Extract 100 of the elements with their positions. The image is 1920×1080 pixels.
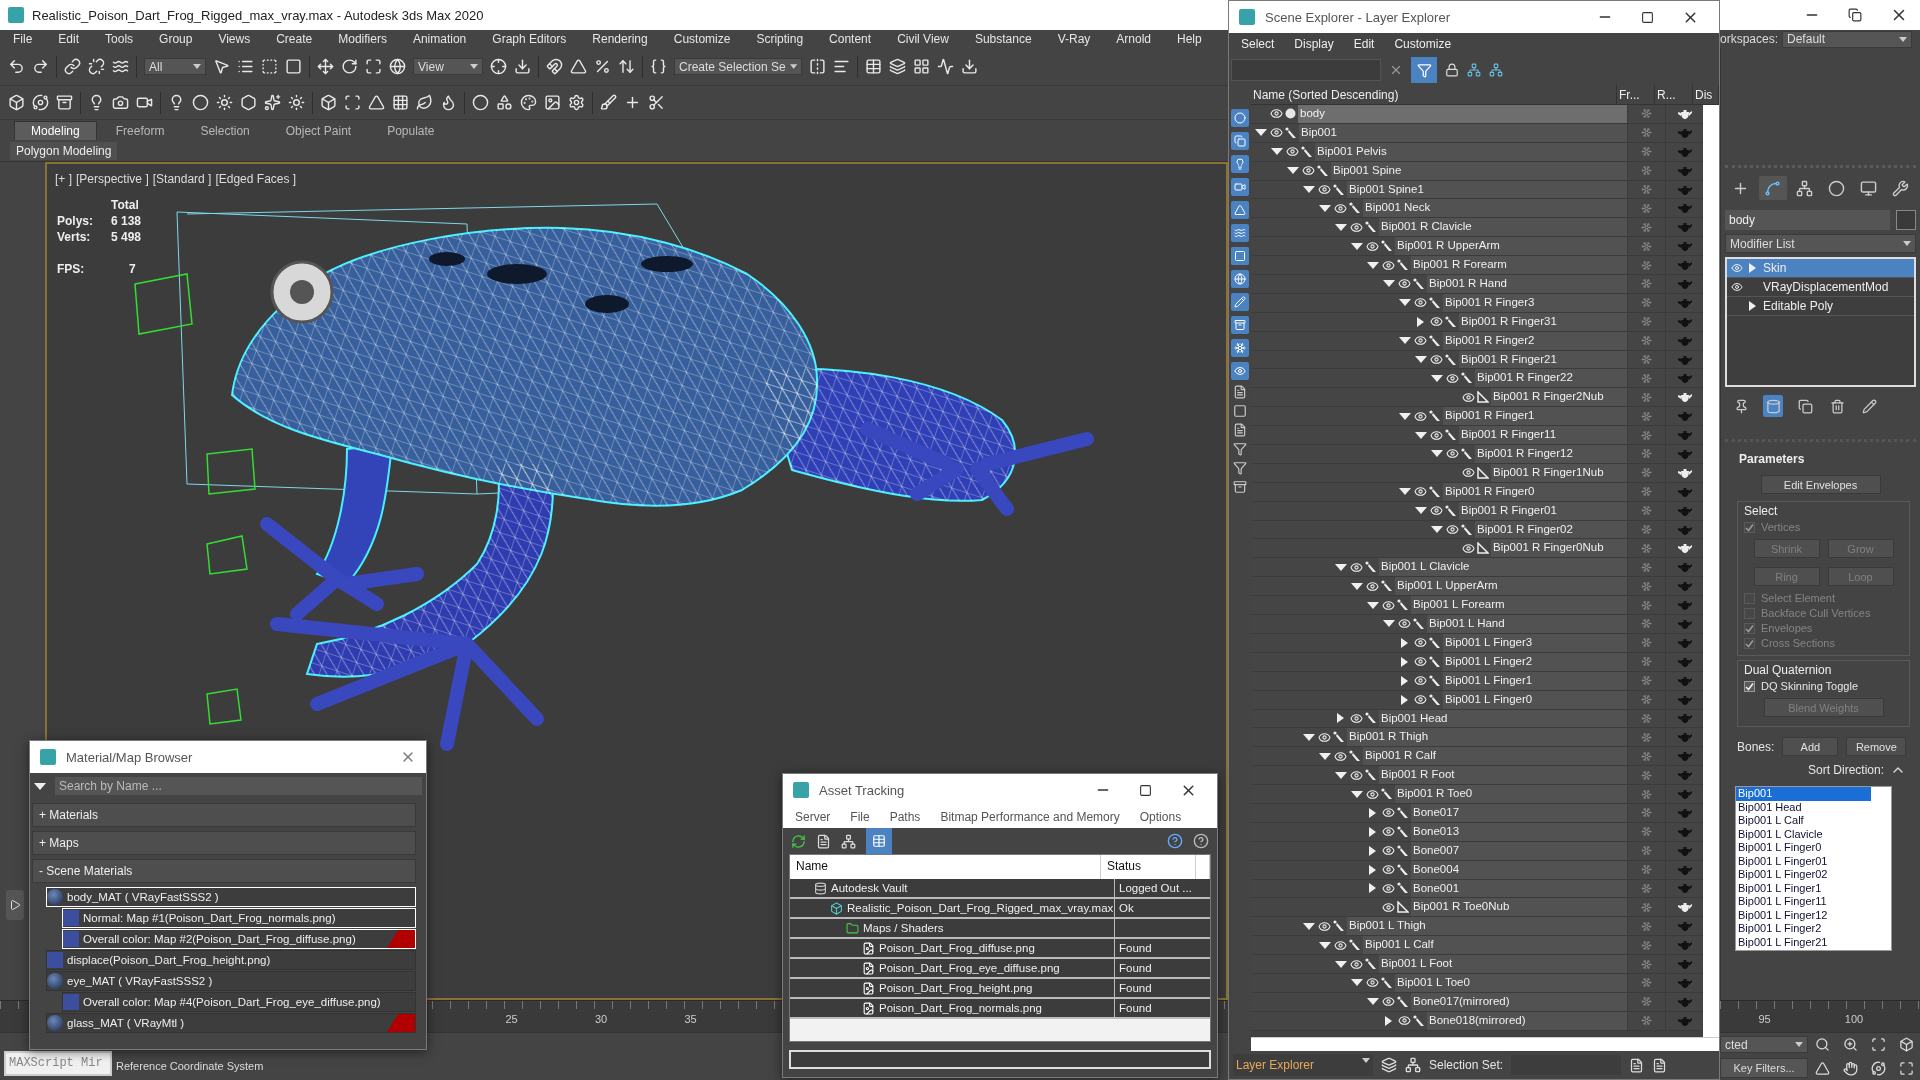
menu-item[interactable]: Content: [816, 32, 885, 46]
tree-item[interactable]: Bip001 R Forearm: [1411, 256, 1627, 274]
menu-item[interactable]: Help: [1164, 32, 1215, 46]
menu-item[interactable]: Edit: [45, 32, 93, 46]
bone-list-item[interactable]: Bip001 L Clavicle: [1736, 827, 1871, 841]
menu-item[interactable]: Views: [205, 32, 264, 46]
bone-list-item[interactable]: Bip001 L Finger02: [1736, 868, 1871, 882]
column-header[interactable]: Fr...: [1617, 85, 1655, 104]
tree-item[interactable]: Bip001 L Foot: [1379, 955, 1627, 973]
tree-item[interactable]: Bip001 R Hand: [1427, 275, 1627, 293]
bone-list-item[interactable]: Bip001 L Finger0: [1736, 841, 1871, 855]
bone-list-item[interactable]: Bip001 L Calf: [1736, 814, 1871, 828]
menu-item[interactable]: Customize: [660, 32, 744, 46]
menu-item[interactable]: Arnold: [1103, 32, 1164, 46]
material-tree-item[interactable]: displace(Poison_Dart_Frog_height.png): [46, 950, 416, 970]
selection-filter-dropdown[interactable]: All: [144, 58, 206, 75]
menu-item[interactable]: Display: [1286, 37, 1342, 51]
ribbon-tab[interactable]: Selection: [183, 121, 267, 140]
tree-item[interactable]: body: [1298, 105, 1627, 123]
menu-item[interactable]: Options: [1131, 810, 1190, 824]
tree-item[interactable]: Bip001 R Finger11: [1459, 426, 1627, 445]
menu-item[interactable]: Tools: [92, 32, 147, 46]
asset-name[interactable]: Maps / Shaders: [863, 922, 944, 934]
menu-item[interactable]: Create: [263, 32, 326, 46]
tree-item[interactable]: Bip001 L Forearm: [1411, 596, 1627, 615]
bone-list-item[interactable]: Bip001 L Finger12: [1736, 908, 1871, 922]
tree-item[interactable]: Bip001 R Clavicle: [1379, 218, 1627, 237]
remove-button[interactable]: Remove: [1846, 737, 1907, 756]
viewport-menu-label[interactable]: [+ ]: [55, 172, 72, 186]
ribbon-tab[interactable]: Freeform: [98, 121, 182, 140]
modifier-stack-item[interactable]: VRayDisplacementMod: [1727, 278, 1914, 297]
viewport-menu-label[interactable]: [Edged Faces ]: [215, 172, 297, 186]
timeline-ruler[interactable]: 95 100: [1720, 1000, 1920, 1032]
menu-item[interactable]: File: [842, 810, 878, 824]
ribbon-panel-tab[interactable]: Polygon Modeling: [10, 141, 118, 160]
tree-item[interactable]: Bip001 R UpperArm: [1395, 237, 1627, 256]
menu-item[interactable]: Civil View: [884, 32, 962, 46]
tree-item[interactable]: Bip001 R Finger2Nub: [1491, 388, 1627, 407]
tree-item[interactable]: Bip001 R Toe0Nub: [1411, 898, 1627, 917]
menu-item[interactable]: Paths: [881, 810, 929, 824]
asset-name[interactable]: Poison_Dart_Frog_normals.png: [879, 1002, 1042, 1014]
material-tree-item[interactable]: Overall color: Map #2(Poison_Dart_Frog_diffuse.png): [62, 929, 416, 949]
bone-list-item[interactable]: Bip001 L Finger1: [1736, 881, 1871, 895]
menu-item[interactable]: Bitmap Performance and Memory: [932, 810, 1128, 824]
column-header[interactable]: Name (Sorted Descending): [1251, 85, 1617, 104]
section-header[interactable]: + Materials: [32, 803, 416, 827]
material-tree-item[interactable]: body_MAT ( VRayFastSSS2 ): [46, 887, 416, 907]
bone-list-item[interactable]: Bip001 L Finger2: [1736, 922, 1871, 936]
key-filters-button[interactable]: Key Filters...: [1720, 1058, 1808, 1078]
material-tree-item[interactable]: Normal: Map #1(Poison_Dart_Frog_normals.png): [62, 908, 416, 928]
tree-item[interactable]: Bip001 Neck: [1363, 199, 1627, 218]
tree-item[interactable]: Bip001 R Foot: [1379, 766, 1627, 785]
add-button[interactable]: Add: [1782, 737, 1839, 756]
viewport-menu-label[interactable]: [Standard ]: [152, 172, 212, 186]
menu-item[interactable]: Customize: [1386, 37, 1460, 51]
workspaces-dropdown[interactable]: Default: [1782, 30, 1913, 48]
edit-envelopes-button[interactable]: Edit Envelopes: [1760, 475, 1881, 494]
asset-name[interactable]: Autodesk Vault: [831, 882, 908, 894]
section-header[interactable]: + Maps: [32, 831, 416, 855]
menu-item[interactable]: Select: [1233, 37, 1283, 51]
viewport-menu-label[interactable]: [Perspective ]: [76, 172, 149, 186]
menu-item[interactable]: Edit: [1345, 37, 1383, 51]
object-name-field[interactable]: body: [1725, 210, 1890, 230]
bone-list-item[interactable]: Bip001: [1736, 787, 1871, 801]
tree-item[interactable]: Bip001 L Hand: [1427, 615, 1627, 633]
bone-list-item[interactable]: Bip001 L Finger11: [1736, 895, 1871, 909]
menu-item[interactable]: Modifiers: [325, 32, 400, 46]
ribbon-tab[interactable]: Populate: [370, 121, 452, 140]
material-tree-item[interactable]: glass_MAT ( VRayMtl ): [46, 1013, 416, 1033]
tree-item[interactable]: Bip001 R Finger0Nub: [1491, 539, 1627, 558]
menu-item[interactable]: Server: [787, 810, 839, 824]
selection-filter-dropdown[interactable]: cted: [1720, 1036, 1808, 1053]
bone-list-item[interactable]: Bip001 Head: [1736, 800, 1871, 814]
column-header[interactable]: Dis: [1693, 85, 1719, 104]
menu-item[interactable]: Scripting: [743, 32, 817, 46]
tree-item[interactable]: Bip001 L Calf: [1363, 936, 1627, 955]
search-field[interactable]: Search by Name ...: [55, 777, 422, 795]
coordinate-dropdown[interactable]: View: [413, 58, 483, 75]
tree-item[interactable]: Bip001 R Thigh: [1347, 728, 1627, 747]
explorer-dropdown[interactable]: Layer Explorer: [1233, 1054, 1373, 1076]
menu-item[interactable]: Animation: [399, 32, 480, 46]
tree-item[interactable]: Bip001 L UpperArm: [1395, 577, 1627, 596]
menu-item[interactable]: Rendering: [579, 32, 661, 46]
menu-item[interactable]: Group: [146, 32, 206, 46]
column-header[interactable]: R...: [1655, 85, 1693, 104]
asset-name[interactable]: Poison_Dart_Frog_eye_diffuse.png: [879, 962, 1060, 974]
asset-name[interactable]: Poison_Dart_Frog_height.png: [879, 982, 1033, 994]
material-tree-item[interactable]: eye_MAT ( VRayFastSSS2 ): [46, 971, 416, 991]
rollout-title[interactable]: Parameters: [1725, 442, 1916, 472]
tree-item[interactable]: Bip001 L Clavicle: [1379, 558, 1627, 577]
menu-item[interactable]: V-Ray: [1044, 32, 1104, 46]
tree-item[interactable]: Bip001 R Toe0: [1395, 785, 1627, 803]
selection-set-dropdown[interactable]: Create Selection Se: [674, 58, 802, 75]
asset-name[interactable]: Poison_Dart_Frog_diffuse.png: [879, 942, 1035, 954]
bone-list-item[interactable]: Bip001 L Finger01: [1736, 854, 1871, 868]
ribbon-tab[interactable]: Modeling: [14, 121, 97, 140]
material-tree-item[interactable]: Overall color: Map #4(Poison_Dart_Frog_eye_diffuse.png): [62, 992, 416, 1012]
menu-item[interactable]: File: [0, 32, 46, 46]
bone-list-item[interactable]: Bip001 L Finger21: [1736, 935, 1871, 949]
section-header[interactable]: - Scene Materials: [32, 859, 416, 883]
